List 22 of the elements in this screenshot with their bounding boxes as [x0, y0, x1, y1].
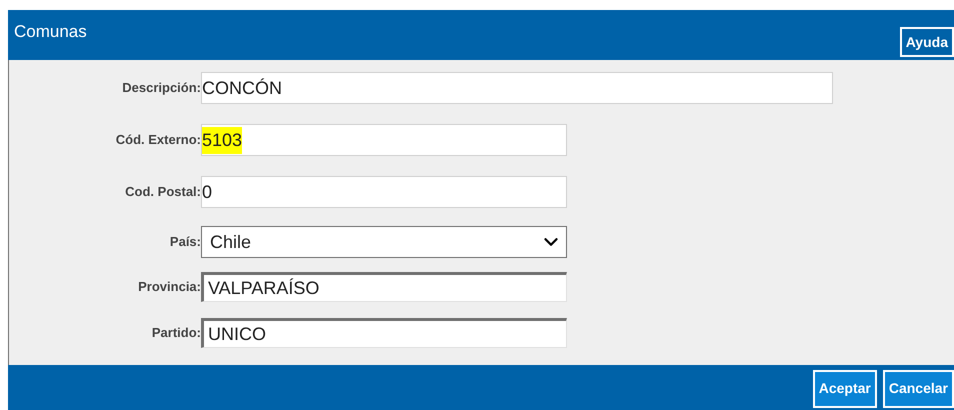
help-button[interactable]: Ayuda: [900, 27, 954, 57]
country-select[interactable]: Chile: [201, 226, 567, 258]
input-field[interactable]: UNICO: [201, 318, 567, 348]
field-label: Cód. Externo:: [114, 131, 201, 150]
field-value: 5103: [202, 126, 242, 154]
field-label: Provincia:: [137, 278, 201, 296]
field-label: Partido:: [150, 324, 201, 342]
field-label: País:: [168, 233, 201, 252]
field-value: CONCÓN: [202, 76, 282, 100]
input-field[interactable]: 0: [201, 176, 567, 208]
input-field[interactable]: 5103: [201, 124, 567, 156]
accept-button[interactable]: Aceptar: [812, 370, 877, 408]
field-value: VALPARAÍSO: [208, 276, 320, 300]
field-value: Chile: [210, 230, 252, 254]
cancel-button[interactable]: Cancelar: [882, 370, 954, 408]
field-value: UNICO: [208, 322, 266, 346]
window-title: Comunas: [14, 21, 87, 43]
field-label: Descripción:: [121, 79, 201, 98]
field-value: 0: [202, 180, 212, 204]
input-field[interactable]: VALPARAÍSO: [201, 272, 567, 302]
input-field[interactable]: CONCÓN: [201, 72, 833, 104]
field-label: Cod. Postal:: [124, 183, 201, 202]
